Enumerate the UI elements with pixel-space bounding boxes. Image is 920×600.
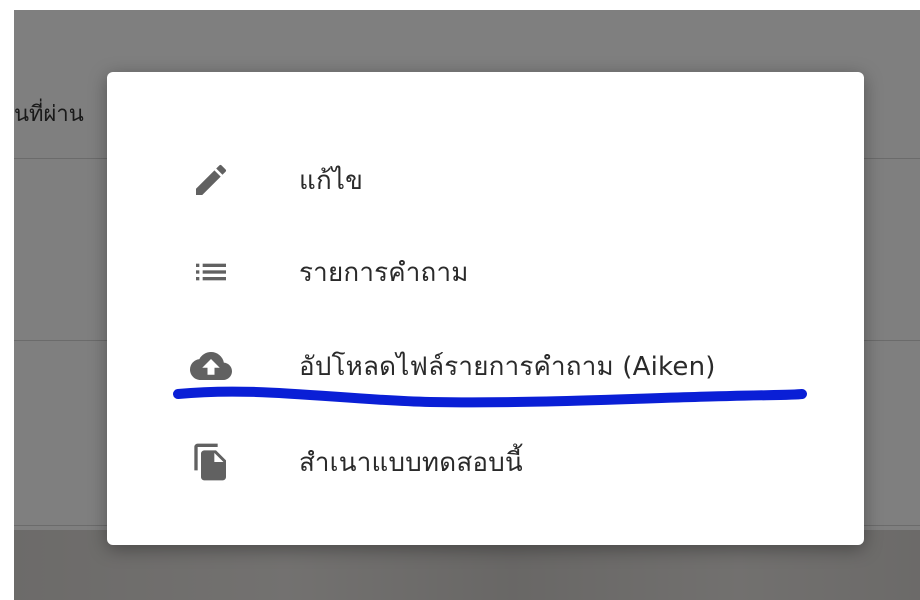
menu-item-label: รายการคำถาม	[299, 257, 469, 288]
screen: นที่ผ่าน แก้ไข	[0, 0, 920, 600]
list-icon	[189, 250, 233, 294]
menu-item-label: สำเนาแบบทดสอบนี้	[299, 447, 523, 478]
blue-pen-underline	[173, 386, 807, 408]
copy-icon	[189, 440, 233, 484]
menu-item-label: แก้ไข	[299, 165, 364, 196]
menu-item-question-list[interactable]: รายการคำถาม	[107, 232, 864, 312]
menu-item-edit[interactable]: แก้ไข	[107, 140, 864, 220]
context-menu-dialog: แก้ไข รายการคำถาม อัปโหลดไฟล์รายการคำถาม…	[107, 72, 864, 545]
pencil-icon	[189, 158, 233, 202]
menu-item-copy-quiz[interactable]: สำเนาแบบทดสอบนี้	[107, 422, 864, 502]
